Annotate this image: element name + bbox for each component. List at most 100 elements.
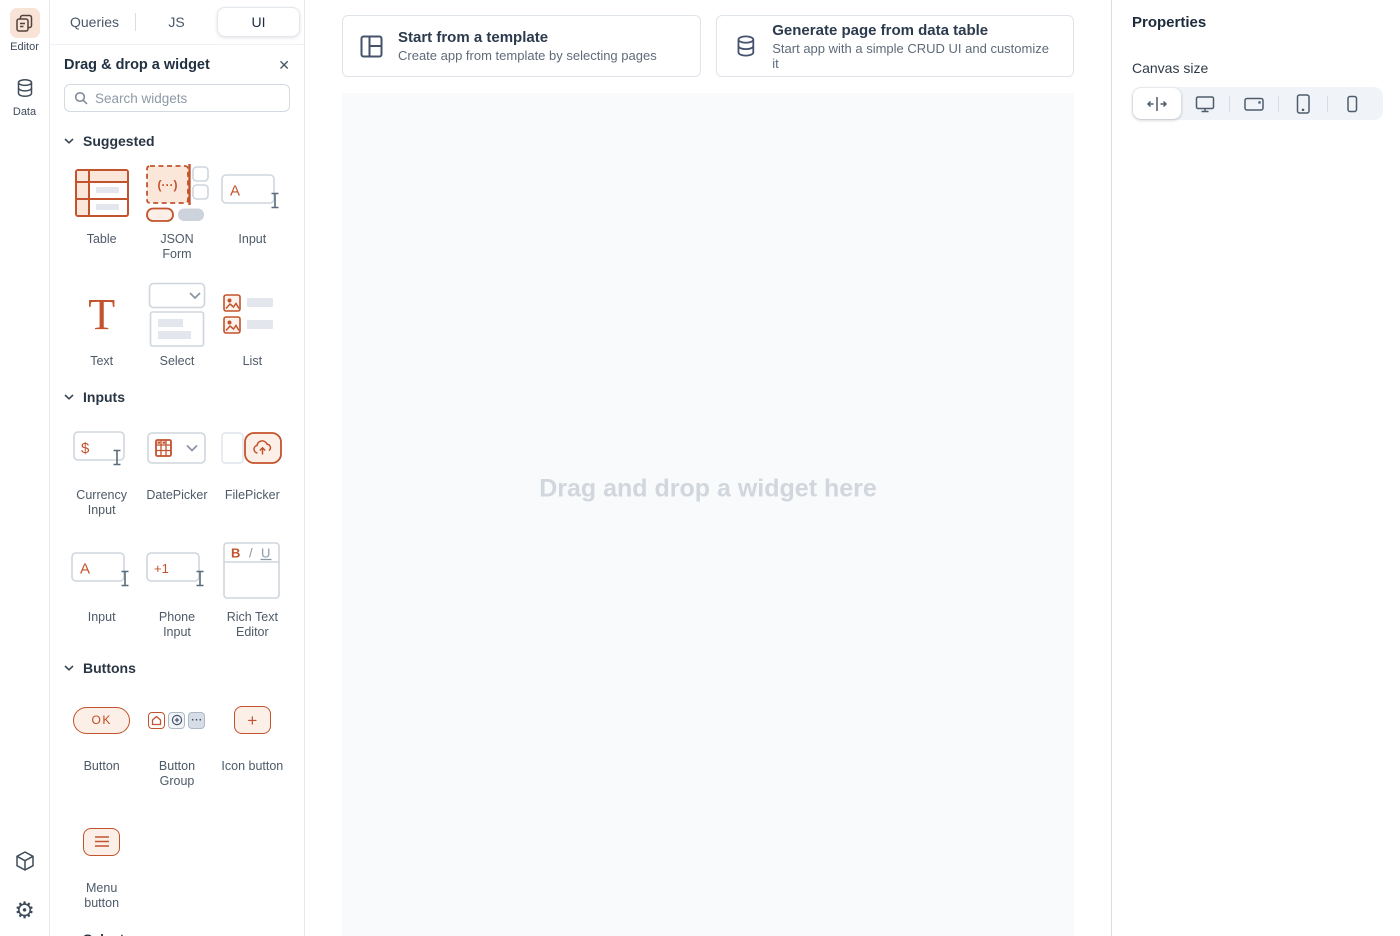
properties-panel: Properties Canvas size <box>1111 0 1400 936</box>
card-subtitle: Create app from template by selecting pa… <box>398 48 657 63</box>
widget-currency-input[interactable]: $ Currency Input <box>64 420 139 518</box>
widget-rich-text-editor[interactable]: B / U Rich Text Editor <box>215 542 290 640</box>
widget-label: DatePicker <box>146 488 208 503</box>
canvas-size-tablet-portrait-button[interactable] <box>1279 88 1327 119</box>
rich-text-editor-widget-icon: B / U <box>223 542 281 600</box>
rail-data-label: Data <box>13 106 36 118</box>
widget-phone-input[interactable]: +1 Phone Input <box>139 542 214 640</box>
card-subtitle: Start app with a simple CRUD UI and cust… <box>772 41 1056 71</box>
list-widget-icon <box>223 286 281 344</box>
editor-pages-icon <box>10 8 40 38</box>
rail-editor-label: Editor <box>10 41 39 53</box>
svg-text:A: A <box>230 183 240 200</box>
left-rail: Editor Data ⚙ <box>0 0 50 936</box>
canvas-size-tablet-landscape-button[interactable] <box>1230 88 1278 119</box>
canvas-placeholder-text: Drag and drop a widget here <box>539 475 877 504</box>
widget-label: Phone Input <box>146 610 208 640</box>
widget-label: Menu button <box>71 881 133 911</box>
properties-title: Properties <box>1132 14 1380 31</box>
search-input[interactable] <box>95 91 280 106</box>
generate-from-data-card[interactable]: Generate page from data table Start app … <box>716 15 1075 77</box>
widget-button[interactable]: OK Button <box>64 691 139 789</box>
widget-menu-button[interactable]: Menu button <box>64 813 139 911</box>
phone-input-widget-icon: +1 <box>146 542 208 600</box>
button-widget-icon: OK <box>73 691 130 749</box>
starter-cards: Start from a template Create app from te… <box>342 15 1074 77</box>
editor-tabs: Queries JS UI <box>50 0 304 45</box>
section-buttons-header[interactable]: Buttons <box>64 660 290 676</box>
mobile-icon <box>1340 92 1364 116</box>
input-widget-icon: A <box>221 164 283 222</box>
section-select-header[interactable]: Select <box>64 931 290 936</box>
widget-label: JSON Form <box>146 232 208 262</box>
widget-panel-title: Drag & drop a widget <box>64 57 210 73</box>
widget-label: Select <box>146 354 208 369</box>
widget-label: Input <box>71 610 133 625</box>
widget-label: Button <box>71 759 133 774</box>
rail-bottom-group: ⚙ <box>14 850 36 936</box>
template-icon <box>360 35 383 58</box>
svg-text:/: / <box>249 545 253 560</box>
widget-table[interactable]: Table <box>64 164 139 262</box>
select-widget-icon <box>148 286 206 344</box>
widget-label: Currency Input <box>71 488 133 518</box>
rail-item-editor[interactable]: Editor <box>10 8 40 53</box>
widget-label: Button Group <box>146 759 208 789</box>
widget-label: Input <box>221 232 283 247</box>
canvas-size-desktop-button[interactable] <box>1181 88 1229 119</box>
svg-text:B: B <box>231 545 240 560</box>
rail-item-data[interactable]: Data <box>10 73 40 118</box>
text-widget-icon: T <box>88 286 115 344</box>
tab-ui[interactable]: UI <box>217 7 300 37</box>
widget-filepicker[interactable]: FilePicker <box>215 420 290 518</box>
widget-button-group[interactable]: ··· Button Group <box>139 691 214 789</box>
chevron-down-icon <box>64 665 74 671</box>
svg-text:$: $ <box>81 440 90 457</box>
search-icon <box>74 91 88 105</box>
svg-text:U: U <box>261 545 270 560</box>
tab-queries[interactable]: Queries <box>54 8 135 36</box>
widget-grid-buttons: OK Button <box>64 691 290 910</box>
section-select: Select <box>50 931 304 936</box>
widget-grid-suggested: Table (···) <box>64 164 290 368</box>
settings-gear-icon[interactable]: ⚙ <box>14 899 35 922</box>
tab-js[interactable]: JS <box>136 8 217 36</box>
database-icon <box>10 73 40 103</box>
canvas-drop-zone[interactable]: Drag and drop a widget here <box>342 93 1074 936</box>
widget-input[interactable]: A Input <box>215 164 290 262</box>
widget-icon-button[interactable]: + Icon button <box>215 691 290 789</box>
widget-list[interactable]: List <box>215 286 290 369</box>
section-label: Suggested <box>83 133 155 149</box>
widget-label: List <box>221 354 283 369</box>
datepicker-widget-icon <box>147 420 207 478</box>
desktop-icon <box>1193 92 1217 116</box>
json-form-widget-icon: (···) <box>145 164 209 222</box>
section-label: Select <box>83 931 124 936</box>
svg-text:(···): (···) <box>157 178 177 192</box>
libraries-cube-icon[interactable] <box>14 850 36 877</box>
widget-input-2[interactable]: A Input <box>64 542 139 640</box>
main-area: Start from a template Create app from te… <box>305 0 1111 936</box>
card-title: Generate page from data table <box>772 22 1056 39</box>
section-inputs-header[interactable]: Inputs <box>64 389 290 405</box>
fluid-width-icon <box>1145 92 1169 116</box>
start-from-template-card[interactable]: Start from a template Create app from te… <box>342 15 701 77</box>
icon-button-widget-icon: + <box>234 691 271 749</box>
widget-datepicker[interactable]: DatePicker <box>139 420 214 518</box>
canvas-size-fluid-button[interactable] <box>1133 88 1181 119</box>
widget-select[interactable]: Select <box>139 286 214 369</box>
input-widget-icon: A <box>71 542 133 600</box>
widget-search <box>64 84 290 112</box>
close-icon[interactable]: ✕ <box>278 58 290 72</box>
canvas-size-control <box>1132 87 1383 120</box>
database-icon <box>734 34 758 58</box>
menu-button-widget-icon <box>83 813 120 871</box>
chevron-down-icon <box>64 394 74 400</box>
app-root: Editor Data ⚙ Queries <box>0 0 1400 936</box>
widget-text[interactable]: T Text <box>64 286 139 369</box>
section-label: Buttons <box>83 660 136 676</box>
section-suggested-header[interactable]: Suggested <box>64 133 290 149</box>
widget-json-form[interactable]: (···) JSON Form <box>139 164 214 262</box>
circle-plus-icon <box>168 712 185 729</box>
canvas-size-mobile-button[interactable] <box>1328 88 1376 119</box>
